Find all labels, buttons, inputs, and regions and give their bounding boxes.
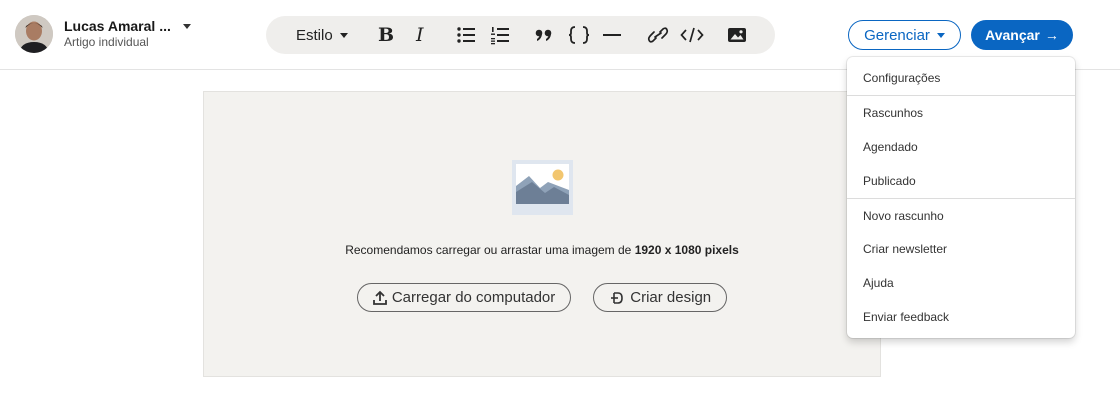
upload-actions: Carregar do computador Criar design — [204, 283, 880, 312]
caret-down-icon — [182, 24, 191, 29]
image-placeholder-icon — [512, 160, 573, 215]
manage-button[interactable]: Gerenciar — [848, 20, 961, 50]
manage-dropdown-menu: Configurações Rascunhos Agendado Publica… — [847, 57, 1075, 338]
upload-from-computer-button[interactable]: Carregar do computador — [356, 283, 572, 312]
divider-icon — [603, 34, 621, 36]
menu-item-scheduled[interactable]: Agendado — [847, 130, 1075, 164]
embed-code-button[interactable] — [680, 16, 704, 54]
design-label: Criar design — [630, 289, 712, 306]
embed-code-icon — [680, 27, 704, 43]
next-label: Avançar — [985, 27, 1040, 43]
bulleted-list-button[interactable] — [456, 16, 476, 54]
quote-icon — [535, 29, 552, 41]
link-button[interactable] — [647, 16, 669, 54]
menu-item-create-newsletter[interactable]: Criar newsletter — [847, 232, 1075, 266]
avatar — [15, 15, 53, 53]
insert-image-icon — [728, 28, 746, 42]
divider-button[interactable] — [603, 16, 621, 54]
upload-label: Carregar do computador — [391, 289, 556, 306]
upload-icon — [372, 290, 387, 305]
menu-item-drafts[interactable]: Rascunhos — [847, 96, 1075, 130]
numbered-list-icon — [491, 27, 509, 45]
link-icon — [647, 27, 669, 43]
bold-button[interactable]: B — [378, 16, 394, 54]
next-button[interactable]: Avançar → — [971, 20, 1073, 50]
italic-button[interactable]: I — [416, 16, 424, 54]
code-block-icon — [568, 26, 590, 44]
menu-item-published[interactable]: Publicado — [847, 164, 1075, 198]
author-subtitle: Artigo individual — [64, 35, 149, 49]
cover-image-dropzone[interactable]: Recomendamos carregar ou arrastar uma im… — [203, 91, 881, 377]
menu-item-new-draft[interactable]: Novo rascunho — [847, 199, 1075, 233]
caret-down-icon — [936, 32, 945, 38]
style-label: Estilo — [296, 26, 333, 44]
author-name: Lucas Amaral ... — [64, 18, 171, 34]
author-name-row: Lucas Amaral ... — [64, 18, 191, 35]
design-icon — [611, 291, 624, 304]
numbered-list-button[interactable] — [490, 16, 510, 54]
author-info: Lucas Amaral ... Artigo individual — [64, 18, 191, 50]
recommend-text: Recomendamos carregar ou arrastar uma im… — [204, 243, 880, 257]
style-dropdown[interactable]: Estilo — [296, 16, 348, 54]
caret-down-icon — [339, 32, 348, 38]
menu-item-help[interactable]: Ajuda — [847, 266, 1075, 300]
create-design-button[interactable]: Criar design — [593, 283, 728, 312]
code-block-button[interactable] — [568, 16, 590, 54]
recommend-text-prefix: Recomendamos carregar ou arrastar uma im… — [345, 243, 635, 257]
quote-button[interactable] — [534, 16, 554, 54]
insert-image-button[interactable] — [727, 16, 747, 54]
formatting-toolbar: Estilo B I — [266, 16, 775, 54]
author-selector[interactable]: Lucas Amaral ... Artigo individual — [15, 15, 191, 53]
arrow-right-icon: → — [1044, 27, 1059, 43]
menu-item-settings[interactable]: Configurações — [847, 61, 1075, 95]
manage-label: Gerenciar — [864, 26, 930, 44]
menu-item-send-feedback[interactable]: Enviar feedback — [847, 300, 1075, 334]
bulleted-list-icon — [457, 27, 475, 43]
recommend-dimensions: 1920 x 1080 pixels — [634, 243, 739, 257]
